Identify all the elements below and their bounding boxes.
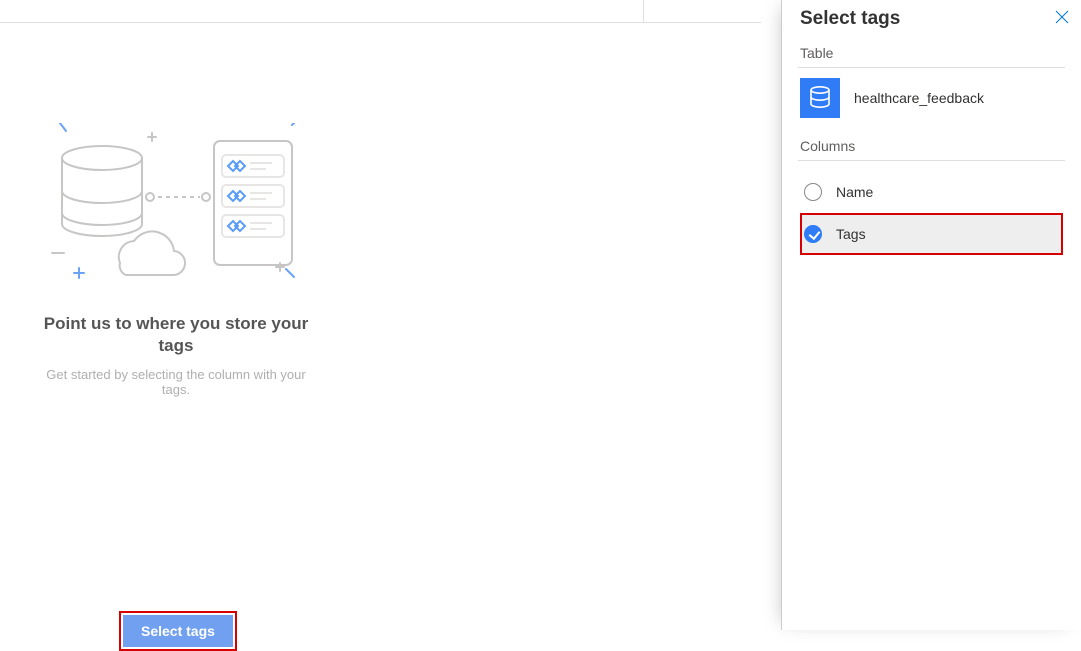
column-option-label: Tags (836, 226, 866, 242)
column-option-label: Name (836, 184, 873, 200)
table-section-label: Table (800, 45, 1063, 61)
database-icon (800, 78, 840, 118)
selected-table-name: healthcare_feedback (854, 90, 984, 106)
top-bar-divider (643, 0, 761, 23)
column-option-name[interactable]: Name (800, 171, 1063, 213)
column-option-tags[interactable]: Tags (800, 213, 1063, 255)
empty-state-title: Point us to where you store your tags (36, 313, 316, 357)
columns-section-label: Columns (800, 138, 1063, 154)
select-tags-button[interactable]: Select tags (123, 615, 233, 647)
main-content: Point us to where you store your tags Ge… (0, 23, 761, 630)
divider (798, 160, 1065, 161)
radio-checked-icon (804, 225, 822, 243)
empty-state-subtitle: Get started by selecting the column with… (36, 367, 316, 397)
select-tags-panel: Select tags Table healthcare_feedback Co… (781, 0, 1081, 630)
select-tags-button-highlight: Select tags (119, 611, 237, 651)
empty-state: Point us to where you store your tags Ge… (36, 313, 316, 425)
close-icon[interactable] (1051, 6, 1073, 31)
top-bar (0, 0, 761, 23)
divider (798, 67, 1065, 68)
radio-unchecked-icon (804, 183, 822, 201)
panel-title: Select tags (800, 8, 900, 30)
selected-table-row: healthcare_feedback (800, 78, 1063, 118)
empty-state-illustration (50, 123, 300, 293)
